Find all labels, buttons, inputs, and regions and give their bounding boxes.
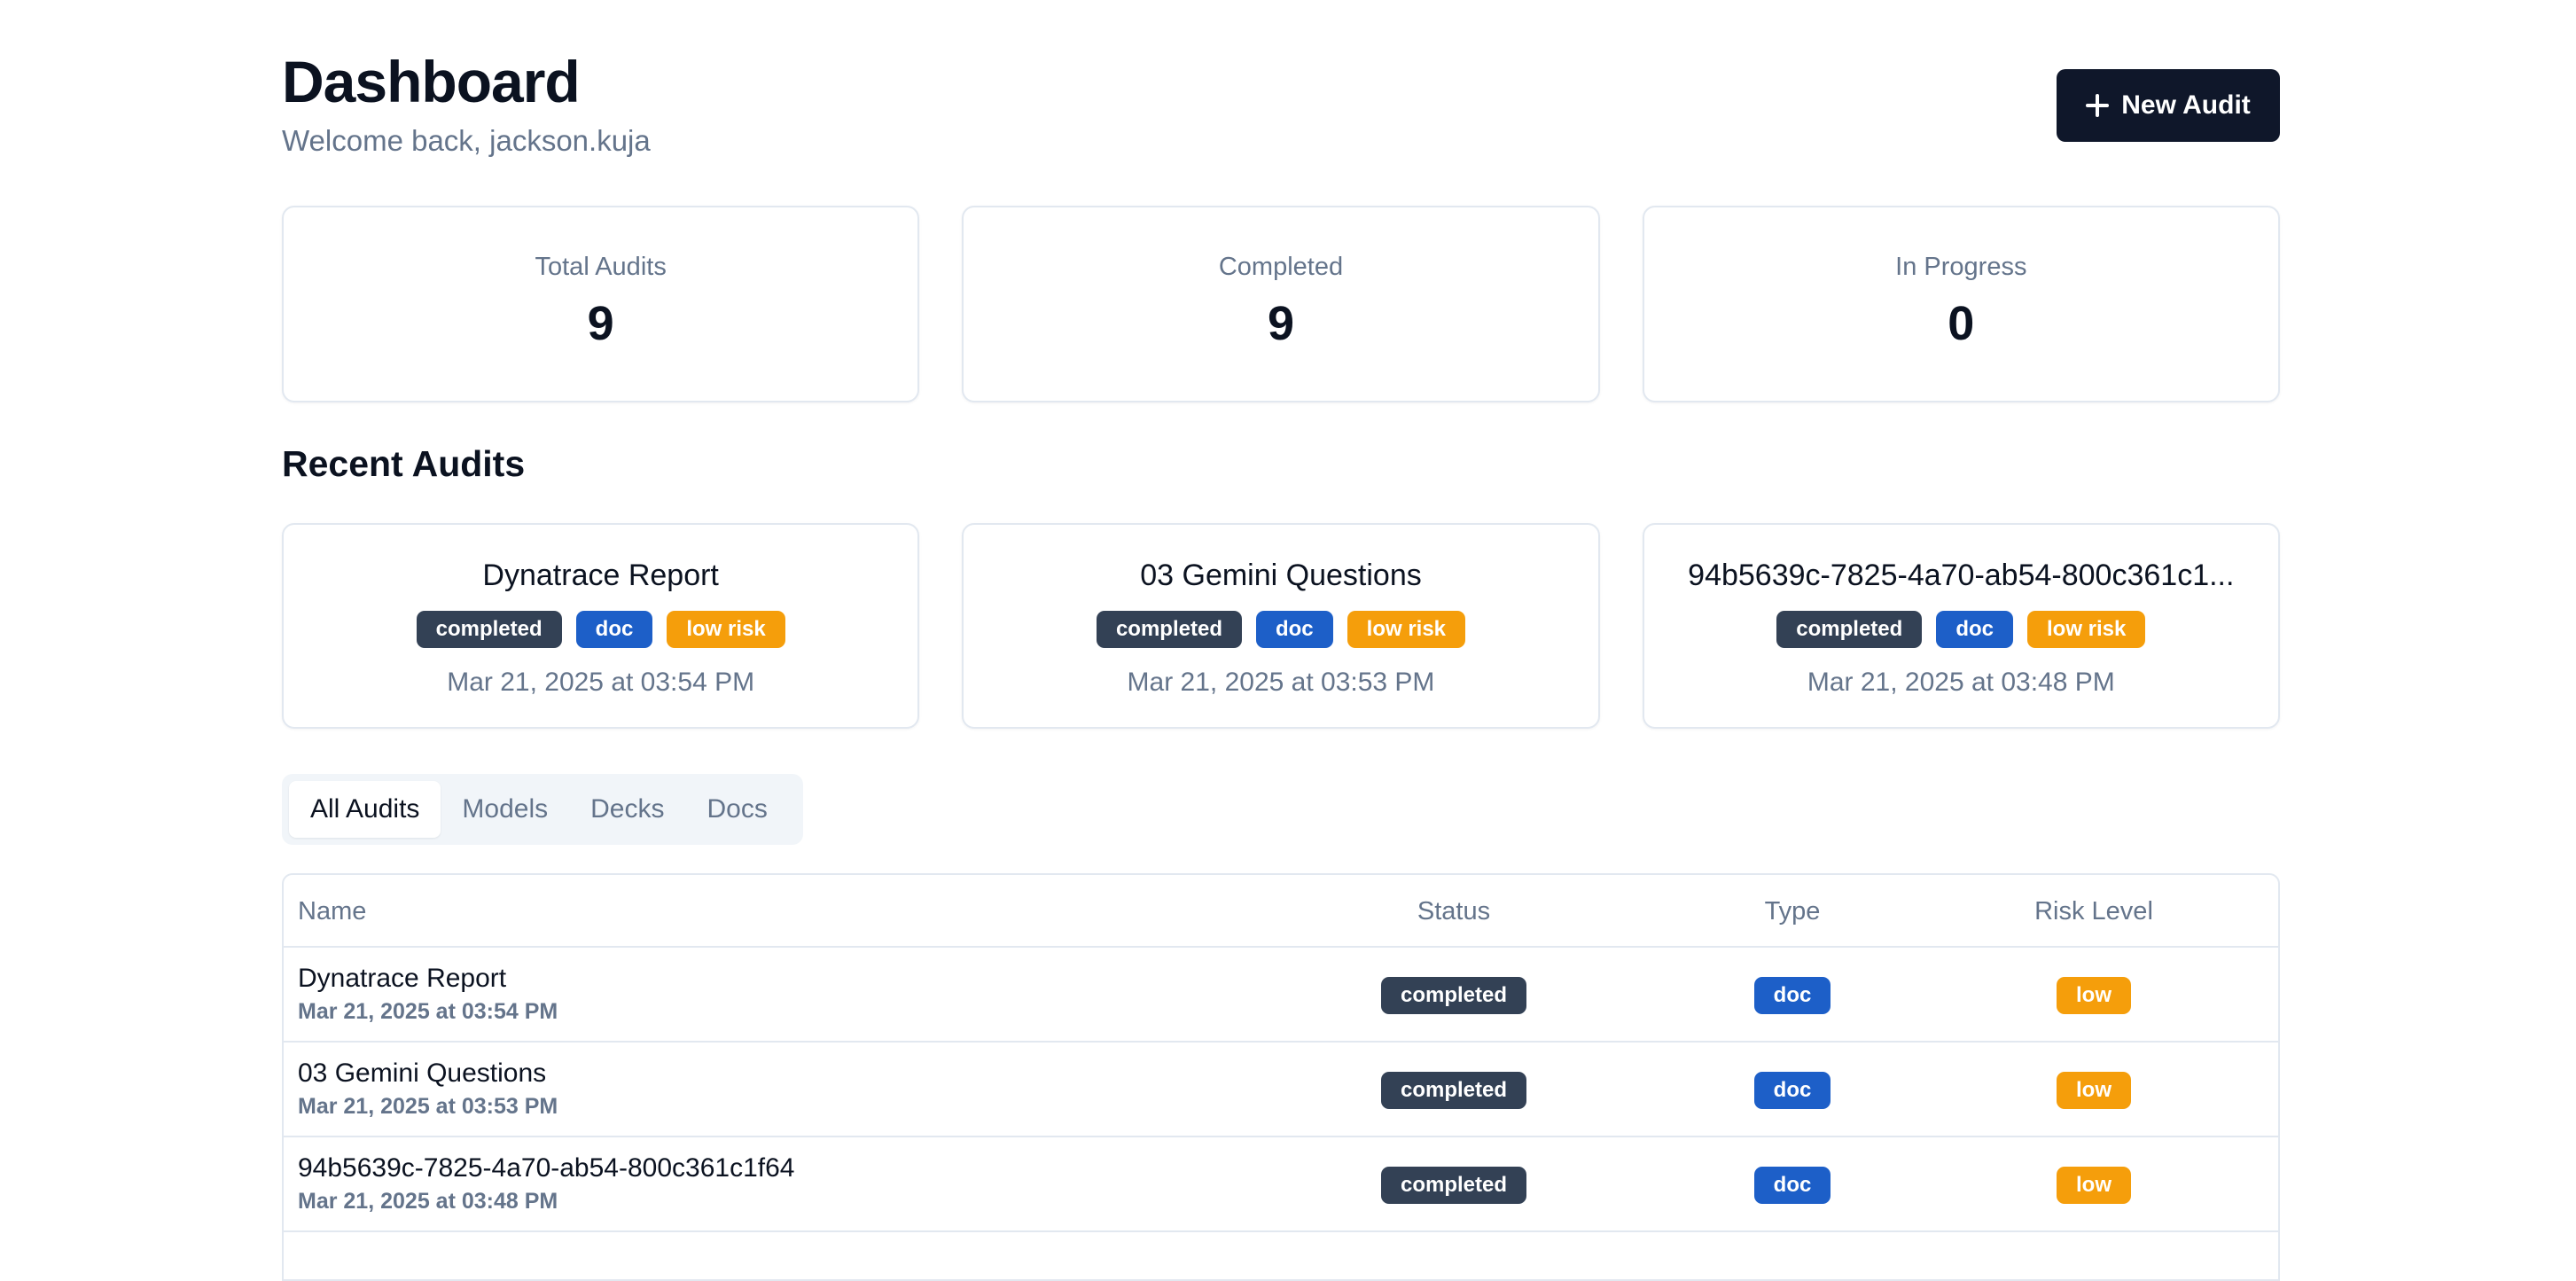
stat-label: Completed (1218, 252, 1344, 281)
tab-decks[interactable]: Decks (569, 781, 685, 838)
row-type-cell: doc (1704, 1043, 1881, 1137)
badge-group: completed doc low risk (1096, 611, 1466, 648)
stat-value: 9 (587, 296, 614, 350)
status-badge: completed (1776, 611, 1923, 648)
recent-audit-name: Dynatrace Report (482, 558, 719, 592)
table-row[interactable] (284, 1232, 2278, 1279)
main-container: Dashboard Welcome back, jackson.kuja New… (282, 44, 2280, 1281)
row-name: Dynatrace Report (298, 964, 507, 993)
row-risk-cell: low (2005, 1043, 2182, 1137)
new-audit-label: New Audit (2121, 90, 2251, 120)
row-risk-cell: low (2005, 1137, 2182, 1232)
type-badge: doc (1753, 1071, 1831, 1109)
stat-label: In Progress (1895, 252, 2027, 281)
risk-badge: low risk (2026, 611, 2146, 648)
row-status-cell: completed (1365, 1043, 1542, 1137)
stats-row: Total Audits 9 Completed 9 In Progress 0 (282, 206, 2280, 402)
row-name-cell: Dynatrace Report Mar 21, 2025 at 03:54 P… (298, 964, 558, 1025)
risk-badge: low (2057, 1166, 2131, 1204)
tab-docs[interactable]: Docs (685, 781, 788, 838)
risk-badge: low risk (1347, 611, 1466, 648)
stat-card-completed: Completed 9 (962, 206, 1600, 402)
new-audit-button[interactable]: New Audit (2057, 69, 2280, 142)
row-status-cell: completed (1365, 1137, 1542, 1232)
column-header-type: Type (1764, 896, 1821, 926)
row-name-cell: 94b5639c-7825-4a70-ab54-800c361c1f64 Mar… (298, 1153, 794, 1215)
recent-audit-card[interactable]: 94b5639c-7825-4a70-ab54-800c361c1... com… (1642, 523, 2280, 729)
tab-all-audits[interactable]: All Audits (289, 781, 441, 838)
badge-group: completed doc low risk (416, 611, 785, 648)
column-header-name: Name (298, 896, 367, 926)
stat-card-total: Total Audits 9 (282, 206, 920, 402)
recent-audit-date: Mar 21, 2025 at 03:54 PM (447, 668, 755, 697)
stat-card-in-progress: In Progress 0 (1642, 206, 2280, 402)
row-status-cell: completed (1365, 948, 1542, 1043)
status-badge: completed (1380, 976, 1527, 1014)
column-header-risk: Risk Level (2034, 896, 2153, 926)
row-name: 03 Gemini Questions (298, 1058, 547, 1088)
tab-models[interactable]: Models (441, 781, 569, 838)
audits-table: Name Status Type Risk Level Dynatrace Re… (282, 873, 2280, 1281)
risk-badge: low (2057, 976, 2131, 1014)
row-type-cell: doc (1704, 1137, 1881, 1232)
type-badge: doc (1936, 611, 2013, 648)
type-badge: doc (575, 611, 653, 648)
recent-audit-card[interactable]: 03 Gemini Questions completed doc low ri… (962, 523, 1600, 729)
badge-group: completed doc low risk (1776, 611, 2146, 648)
risk-badge: low (2057, 1071, 2131, 1109)
column-header-status: Status (1417, 896, 1491, 926)
row-name: 94b5639c-7825-4a70-ab54-800c361c1f64 (298, 1153, 795, 1183)
row-risk-cell: low (2005, 948, 2182, 1043)
audit-tabs: All Audits Models Decks Docs (282, 774, 803, 845)
type-badge: doc (1753, 976, 1831, 1014)
type-badge: doc (1255, 611, 1333, 648)
status-badge: completed (1380, 1071, 1527, 1109)
table-row[interactable]: Dynatrace Report Mar 21, 2025 at 03:54 P… (284, 948, 2278, 1043)
row-date: Mar 21, 2025 at 03:53 PM (298, 1094, 558, 1119)
plus-icon (2086, 94, 2110, 117)
status-badge: completed (1096, 611, 1242, 648)
type-badge: doc (1753, 1166, 1831, 1204)
recent-audit-name: 03 Gemini Questions (1140, 558, 1422, 592)
recent-audits-row: Dynatrace Report completed doc low risk … (282, 523, 2280, 729)
table-row[interactable]: 03 Gemini Questions Mar 21, 2025 at 03:5… (284, 1043, 2278, 1137)
recent-audit-date: Mar 21, 2025 at 03:53 PM (1127, 668, 1435, 697)
page-title: Dashboard (282, 49, 581, 114)
row-type-cell: doc (1704, 948, 1881, 1043)
table-row[interactable]: 94b5639c-7825-4a70-ab54-800c361c1f64 Mar… (284, 1137, 2278, 1232)
stat-value: 9 (1267, 296, 1295, 350)
table-header: Name Status Type Risk Level (284, 875, 2278, 948)
recent-audits-title: Recent Audits (282, 443, 526, 484)
recent-audit-card[interactable]: Dynatrace Report completed doc low risk … (282, 523, 920, 729)
status-badge: completed (1380, 1166, 1527, 1204)
row-name-cell: 03 Gemini Questions Mar 21, 2025 at 03:5… (298, 1058, 558, 1120)
stat-label: Total Audits (535, 252, 667, 281)
recent-audit-date: Mar 21, 2025 at 03:48 PM (1807, 668, 2115, 697)
row-date: Mar 21, 2025 at 03:48 PM (298, 1189, 558, 1214)
recent-audit-name: 94b5639c-7825-4a70-ab54-800c361c1... (1688, 558, 2235, 592)
risk-badge: low risk (667, 611, 785, 648)
row-date: Mar 21, 2025 at 03:54 PM (298, 999, 558, 1024)
dashboard-page: Dashboard Welcome back, jackson.kuja New… (0, 0, 2576, 1281)
status-badge: completed (416, 611, 562, 648)
page-header: Dashboard Welcome back, jackson.kuja New… (282, 44, 2280, 186)
stat-value: 0 (1948, 296, 1975, 350)
welcome-message: Welcome back, jackson.kuja (282, 124, 651, 157)
